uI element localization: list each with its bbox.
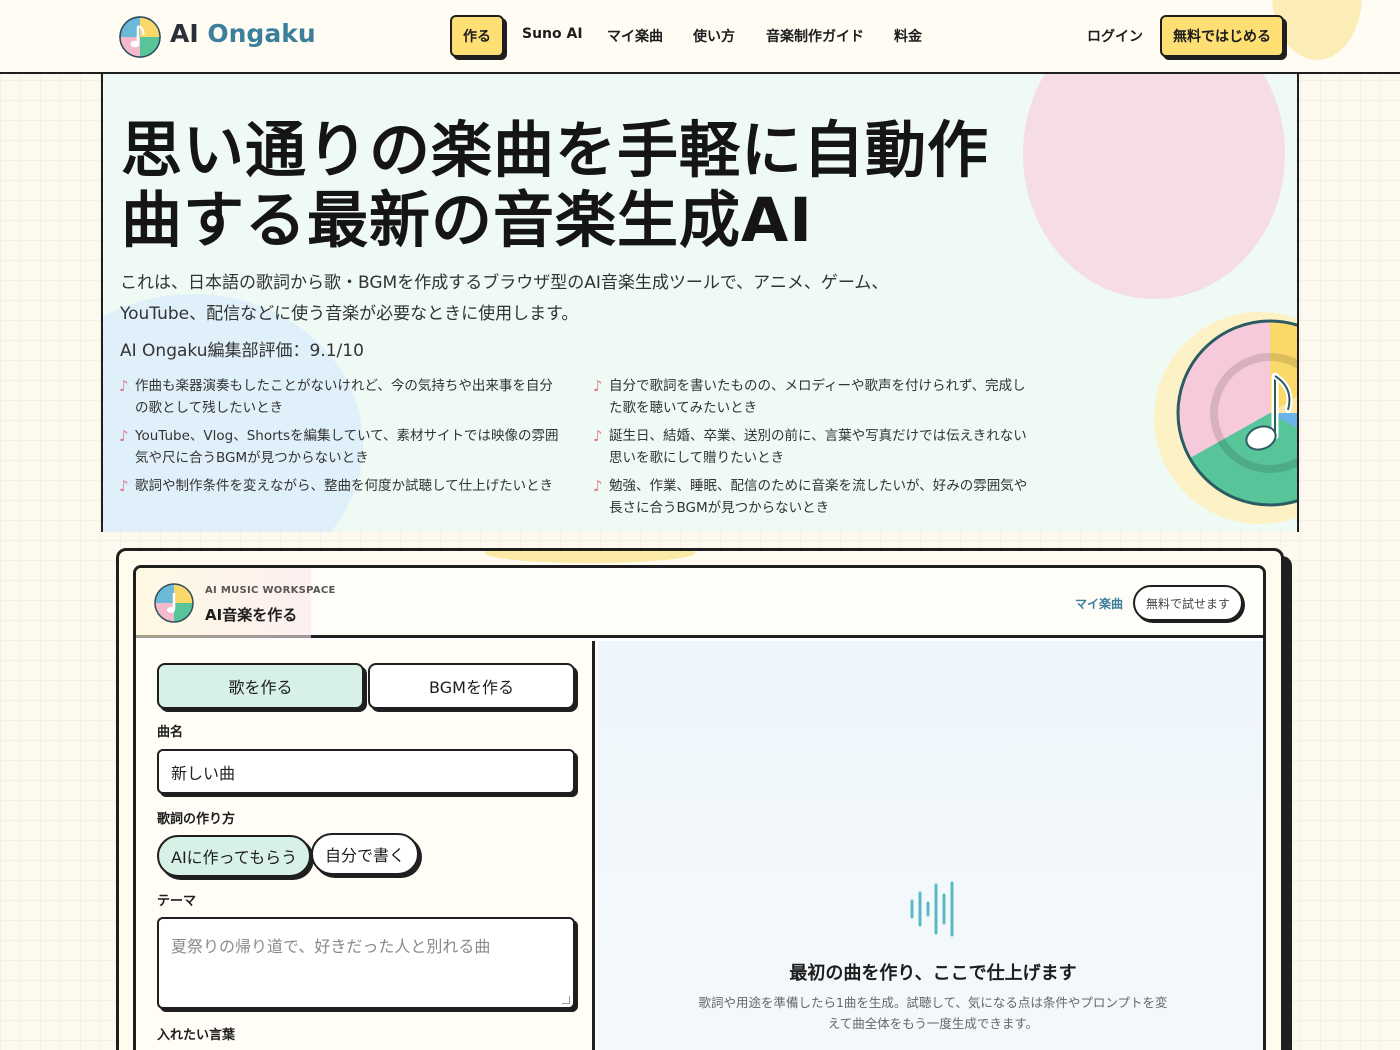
workspace-decoration: [485, 551, 695, 563]
brand-prefix: AI: [170, 19, 199, 48]
preview-area: 最初の曲を作り、ここで仕上げます 歌詞や用途を準備したら1曲を生成。試聴して、気…: [598, 641, 1263, 1050]
list-item: ♪ YouTube、Vlog、Shortsを編集していて、素材サイトでは映像の雰…: [119, 425, 593, 469]
brand-accent: Ongaku: [207, 19, 316, 48]
nav-item-create[interactable]: 作る: [450, 15, 504, 57]
create-form: 歌を作る BGMを作る 曲名 新しい曲 歌詞の作り方 AIに作ってもらう 自分で…: [136, 641, 595, 1050]
start-free-button[interactable]: 無料ではじめる: [1160, 15, 1284, 57]
empty-state-title: 最初の曲を作り、ここで仕上げます: [789, 963, 1077, 984]
my-songs-link[interactable]: マイ楽曲: [1075, 595, 1123, 612]
music-note-bullet-icon: ♪: [119, 377, 129, 395]
song-name-input[interactable]: 新しい曲: [157, 749, 575, 794]
lyrics-method-self[interactable]: 自分で書く: [311, 833, 420, 875]
editorial-rating: AI Ongaku編集部評価：9.1/10: [120, 341, 364, 361]
brand-name[interactable]: AI Ongaku: [170, 19, 316, 48]
header-decoration: [1272, 0, 1362, 60]
hero-lead: これは、日本語の歌詞から歌・BGMを作成するブラウザ型のAI音楽生成ツールで、ア…: [120, 273, 889, 324]
music-note-bullet-icon: ♪: [119, 477, 129, 495]
waveform-icon: [910, 881, 954, 937]
hero-decoration-pink: [1023, 74, 1285, 299]
list-item: ♪ 誕生日、結婚、卒業、送別の前に、言葉や写真だけでは伝えきれない思いを歌にして…: [593, 425, 1059, 469]
workspace-eyebrow: AI MUSIC WORKSPACE: [205, 585, 336, 596]
workspace-header: AI MUSIC WORKSPACE AI音楽を作る マイ楽曲 無料で試せます: [136, 568, 1263, 638]
tab-make-song[interactable]: 歌を作る: [157, 663, 364, 709]
use-case-list: ♪ 作曲も楽器演奏もしたことがないけれど、今の気持ちや出来事を自分の歌として残し…: [119, 375, 1059, 519]
site-header: AI Ongaku 作る Suno AI マイ楽曲 使い方 音楽制作ガイド 料金…: [0, 0, 1400, 74]
nav-item-guide[interactable]: 音楽制作ガイド: [766, 26, 864, 46]
resize-handle-icon[interactable]: [562, 996, 570, 1004]
list-item: ♪ 作曲も楽器演奏もしたことがないけれど、今の気持ちや出来事を自分の歌として残し…: [119, 375, 593, 419]
tab-make-bgm[interactable]: BGMを作る: [368, 663, 575, 709]
theme-label: テーマ: [157, 894, 197, 909]
free-trial-badge[interactable]: 無料で試せます: [1133, 585, 1243, 621]
empty-state-description: 歌詞や用途を準備したら1曲を生成。試聴して、気になる点は条件やプロンプトを変えて…: [698, 995, 1168, 1031]
nav-item-how-to[interactable]: 使い方: [693, 26, 735, 46]
list-item: ♪ 勉強、作業、睡眠、配信のために音楽を流したいが、好みの雰囲気や長さに合うBG…: [593, 475, 1059, 519]
list-item: ♪ 歌詞や制作条件を変えながら、整曲を何度か試聴して仕上げたいとき: [119, 475, 593, 519]
theme-textarea[interactable]: 夏祭りの帰り道で、好きだった人と別れる曲: [157, 917, 575, 1009]
lyrics-method-label: 歌詞の作り方: [157, 812, 236, 827]
song-name-label: 曲名: [157, 725, 184, 740]
workspace-disc-icon: [154, 583, 194, 623]
music-note-disc-icon: [1154, 312, 1297, 524]
music-note-bullet-icon: ♪: [593, 477, 603, 495]
login-link[interactable]: ログイン: [1087, 26, 1143, 46]
lyrics-method-ai[interactable]: AIに作ってもらう: [157, 835, 312, 877]
nav-item-my-songs[interactable]: マイ楽曲: [607, 26, 663, 46]
logo-disc-icon[interactable]: [119, 16, 161, 58]
music-note-bullet-icon: ♪: [119, 427, 129, 445]
words-label: 入れたい言葉: [157, 1028, 236, 1043]
hero-section: 思い通りの楽曲を手軽に自動作曲する最新の音楽生成AI これは、日本語の歌詞から歌…: [101, 74, 1299, 532]
workspace-title: AI音楽を作る: [205, 606, 298, 624]
theme-placeholder: 夏祭りの帰り道で、好きだった人と別れる曲: [171, 937, 491, 956]
hero-title: 思い通りの楽曲を手軽に自動作曲する最新の音楽生成AI: [121, 115, 990, 256]
nav-item-pricing[interactable]: 料金: [894, 26, 922, 46]
music-workspace: AI MUSIC WORKSPACE AI音楽を作る マイ楽曲 無料で試せます …: [116, 548, 1284, 1050]
music-note-bullet-icon: ♪: [593, 427, 603, 445]
nav-item-suno-ai[interactable]: Suno AI: [522, 26, 583, 42]
list-item: ♪ 自分で歌詞を書いたものの、メロディーや歌声を付けられず、完成した歌を聴いてみ…: [593, 375, 1059, 419]
workspace-panel: AI MUSIC WORKSPACE AI音楽を作る マイ楽曲 無料で試せます …: [133, 565, 1266, 1050]
music-note-bullet-icon: ♪: [593, 377, 603, 395]
